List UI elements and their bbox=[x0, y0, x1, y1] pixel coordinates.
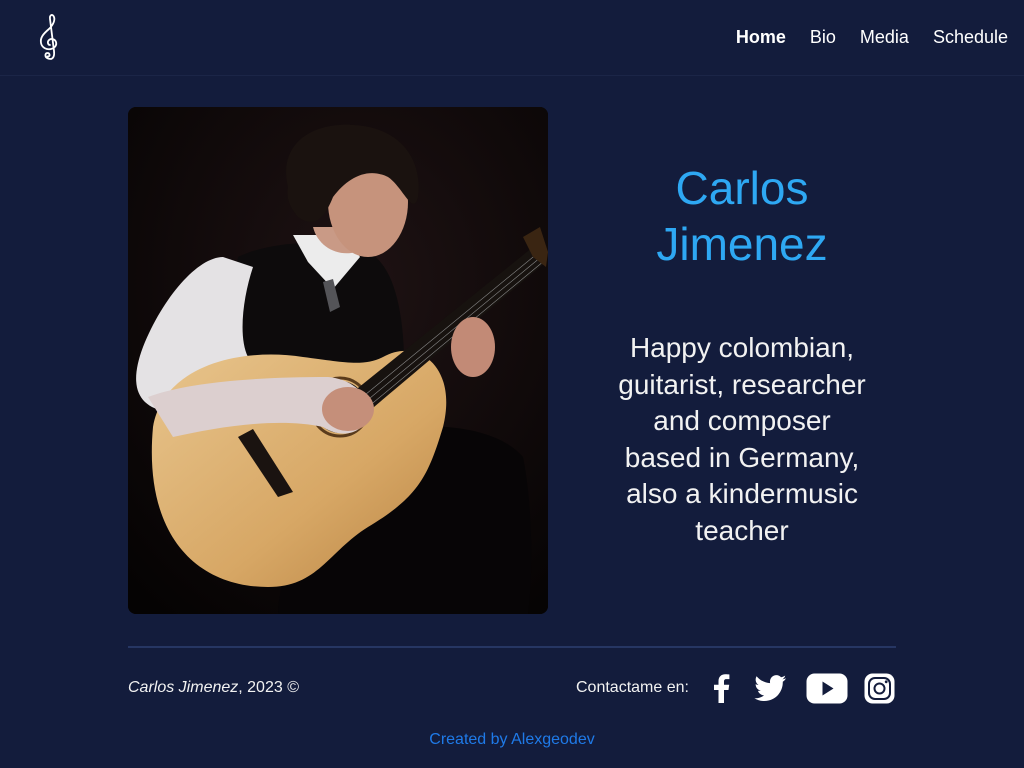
credit-line: Created by Alexgeodev bbox=[0, 730, 1024, 750]
main-nav: Home Bio Media Schedule bbox=[736, 0, 1008, 74]
guitarist-photo bbox=[128, 107, 548, 614]
treble-clef-icon[interactable] bbox=[36, 12, 64, 62]
instagram-icon[interactable] bbox=[863, 670, 896, 706]
youtube-icon[interactable] bbox=[805, 670, 848, 706]
twitter-icon[interactable] bbox=[752, 670, 788, 706]
nav-home[interactable]: Home bbox=[736, 27, 786, 48]
copyright-year: , 2023 © bbox=[238, 679, 299, 696]
nav-schedule[interactable]: Schedule bbox=[933, 27, 1008, 48]
artist-name: Carlos Jimenez bbox=[656, 162, 828, 270]
facebook-icon[interactable] bbox=[708, 670, 734, 706]
copyright: Carlos Jimenez, 2023 © bbox=[128, 678, 299, 698]
site-header: Home Bio Media Schedule bbox=[0, 0, 1024, 76]
artist-tagline: Happy colombian, guitarist, researcher a… bbox=[618, 332, 866, 546]
contact-label: Contactame en: bbox=[576, 679, 689, 696]
footer-divider bbox=[128, 646, 896, 648]
credit-link[interactable]: Created by Alexgeodev bbox=[429, 731, 594, 748]
nav-media[interactable]: Media bbox=[860, 27, 909, 48]
nav-bio[interactable]: Bio bbox=[810, 27, 836, 48]
page: Home Bio Media Schedule Carlos Jimenez H… bbox=[0, 0, 1024, 768]
copyright-name: Carlos Jimenez bbox=[128, 679, 239, 696]
